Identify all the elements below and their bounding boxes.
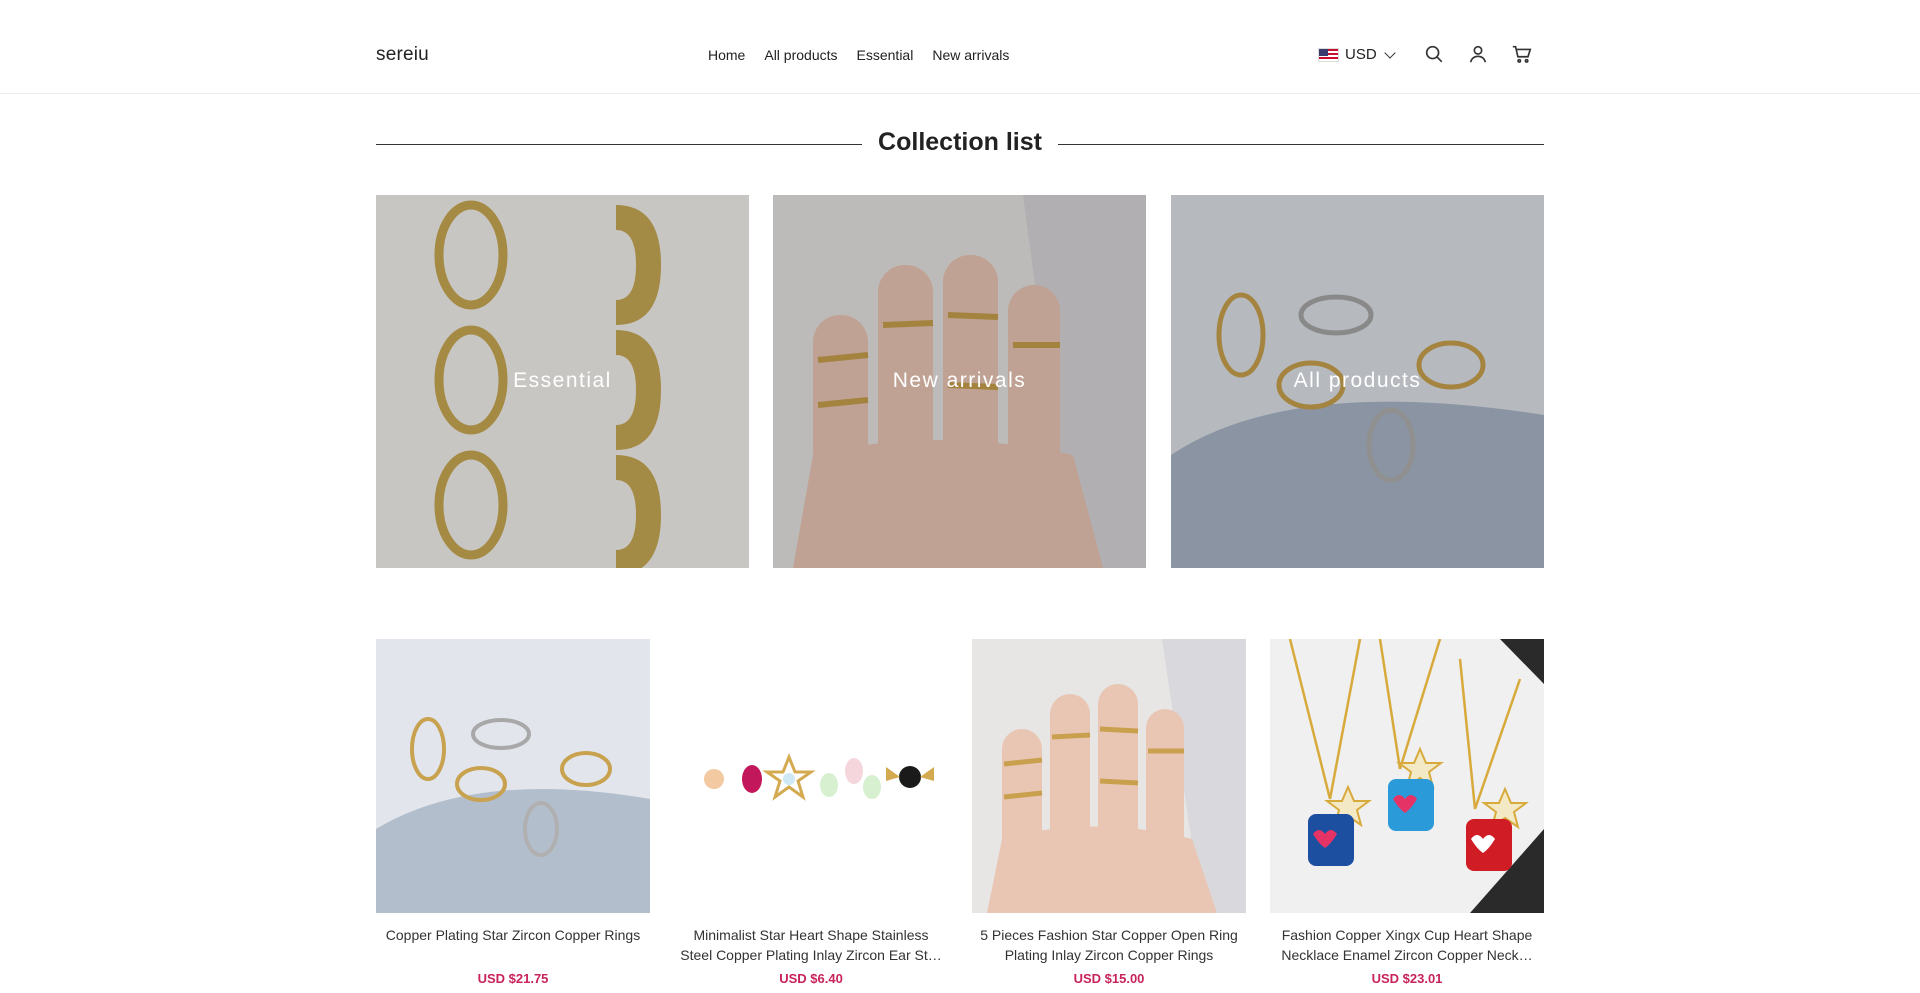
product-price: USD $23.01 [1371, 971, 1443, 986]
cart-icon[interactable] [1511, 43, 1533, 65]
product-card[interactable]: 5 Pieces Fashion Star Copper Open Ring P… [972, 639, 1246, 986]
chevron-down-icon [1384, 46, 1396, 59]
heading-divider-left [376, 144, 862, 145]
main-nav: Home All products Essential New arrivals [708, 47, 1009, 63]
collection-card-new-arrivals[interactable]: New arrivals [773, 195, 1146, 568]
collection-list-heading: Collection list [376, 126, 1544, 162]
product-price: USD $6.40 [779, 971, 843, 986]
product-title[interactable]: Minimalist Star Heart Shape Stainless St… [674, 925, 948, 965]
product-card[interactable]: Copper Plating Star Zircon Copper Rings … [376, 639, 650, 986]
collection-card-all-products[interactable]: All products [1171, 195, 1544, 568]
collection-card-essential[interactable]: Essential [376, 195, 749, 568]
product-image [972, 639, 1246, 913]
store-logo[interactable]: sereiu [376, 44, 429, 66]
product-title[interactable]: Copper Plating Star Zircon Copper Rings [376, 925, 650, 965]
nav-home[interactable]: Home [708, 47, 745, 63]
heading-divider-right [1058, 144, 1544, 145]
search-icon[interactable] [1423, 43, 1445, 65]
product-image [376, 639, 650, 913]
account-icon[interactable] [1467, 43, 1489, 65]
collection-card-label: New arrivals [892, 369, 1027, 392]
product-image [674, 639, 948, 913]
product-card[interactable]: Minimalist Star Heart Shape Stainless St… [674, 639, 948, 986]
us-flag-icon [1318, 47, 1339, 62]
collection-list-title: Collection list [878, 128, 1042, 156]
currency-code: USD [1345, 46, 1377, 63]
product-image [1270, 639, 1544, 913]
site-header: sereiu Home All products Essential New a… [0, 0, 1920, 94]
product-price: USD $15.00 [1073, 971, 1145, 986]
product-title[interactable]: 5 Pieces Fashion Star Copper Open Ring P… [972, 925, 1246, 965]
product-title[interactable]: Fashion Copper Xingx Cup Heart Shape Nec… [1270, 925, 1544, 965]
nav-all-products[interactable]: All products [764, 47, 837, 63]
product-price: USD $21.75 [477, 971, 549, 986]
product-card[interactable]: Fashion Copper Xingx Cup Heart Shape Nec… [1270, 639, 1544, 986]
collection-card-label: All products [1293, 369, 1422, 392]
nav-essential[interactable]: Essential [857, 47, 914, 63]
collection-card-label: Essential [513, 369, 612, 392]
currency-selector[interactable]: USD [1318, 46, 1396, 63]
nav-new-arrivals[interactable]: New arrivals [932, 47, 1009, 63]
